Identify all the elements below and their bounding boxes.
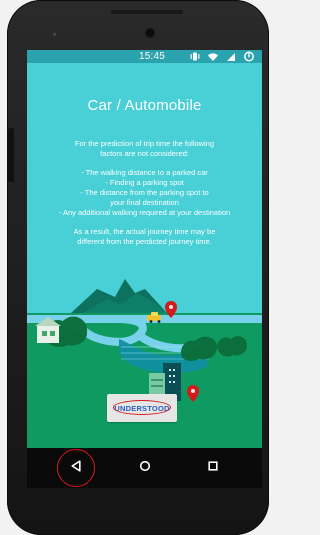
understood-button[interactable]: UNDERSTOOD (107, 394, 177, 422)
page-title: Car / Automobile (87, 97, 202, 114)
home-icon (138, 459, 152, 478)
screen: 15:45 Car / Automobile For the predictio… (27, 50, 262, 488)
nav-back-button[interactable] (57, 449, 95, 487)
proximity-sensor (53, 33, 56, 36)
recents-icon (206, 459, 220, 478)
info-text: For the prediction of trip time the foll… (58, 139, 231, 246)
status-time: 15:45 (139, 51, 166, 62)
battery-icon (243, 51, 255, 62)
back-icon (69, 459, 83, 478)
content: Car / Automobile For the prediction of t… (27, 63, 262, 461)
signal-icon (225, 51, 237, 62)
earpiece-speaker (111, 10, 183, 14)
status-bar: 15:45 (27, 50, 262, 63)
vibrate-icon (189, 51, 201, 62)
wifi-icon (207, 51, 219, 62)
nav-home-button[interactable] (132, 455, 158, 481)
understood-button-container: UNDERSTOOD (107, 394, 177, 422)
navigation-bar (27, 448, 262, 488)
status-icons (189, 51, 255, 62)
front-camera (145, 28, 155, 38)
trip-illustration (27, 249, 262, 461)
phone-frame: 15:45 Car / Automobile For the predictio… (7, 0, 269, 535)
nav-recents-button[interactable] (200, 455, 226, 481)
side-power-button (7, 128, 14, 182)
